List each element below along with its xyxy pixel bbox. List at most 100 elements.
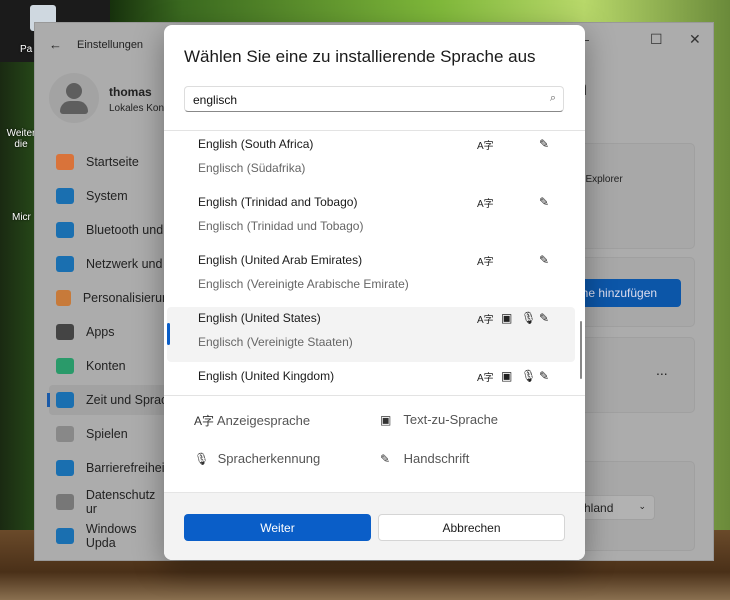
user-name: thomas	[109, 85, 152, 99]
handwriting-icon: ✎	[539, 195, 550, 209]
sidebar-item-label: Personalisierun	[82, 291, 169, 305]
language-name: English (Trinidad and Tobago)	[198, 195, 358, 209]
language-item[interactable]: English (United States) Englisch (Vereini…	[167, 307, 575, 362]
text-to-speech-icon: ▣	[501, 311, 513, 325]
window-title: Einstellungen	[77, 39, 144, 51]
sidebar-item[interactable]: Personalisierun	[49, 283, 169, 313]
close-button[interactable]: ✕	[689, 31, 701, 48]
sidebar-item[interactable]: Datenschutz ur	[49, 487, 169, 517]
more-options-button[interactable]: ...	[656, 362, 668, 378]
selected-indicator	[47, 393, 50, 407]
language-list: English (United Kingdom) Englisch (Verein…	[164, 130, 585, 396]
avatar	[49, 73, 99, 123]
language-native-name: Englisch (Vereinigte Arabische Emirate)	[198, 277, 409, 291]
legend-label: Anzeigesprache	[216, 413, 311, 428]
legend-label: Text-zu-Sprache	[403, 412, 499, 427]
next-button[interactable]: Weiter	[184, 514, 371, 541]
microphone-icon: 🎙︎	[194, 452, 210, 466]
cancel-button[interactable]: Abbrechen	[378, 514, 565, 541]
sidebar-item[interactable]: System	[49, 181, 169, 211]
sidebar-item[interactable]: Zeit und Sprac	[47, 385, 169, 415]
language-item[interactable]: English (United Arab Emirates) Englisch (…	[167, 249, 575, 304]
sidebar-item-label: Bluetooth und	[86, 223, 164, 237]
desktop-icon-label[interactable]: Micr	[12, 212, 31, 223]
display-language-icon: A字	[477, 199, 494, 210]
sidebar-item-label: Datenschutz ur	[85, 488, 156, 516]
region-select[interactable]: chland ⌄	[575, 495, 655, 520]
sidebar-item-label: System	[86, 189, 128, 203]
sidebar-item-icon	[56, 392, 74, 408]
legend-tts: ▣ Text-zu-Sprache	[380, 412, 498, 427]
language-native-name: Englisch (Trinidad und Tobago)	[198, 219, 364, 233]
sidebar-item-icon	[56, 528, 74, 544]
sidebar-item-label: Barrierefreiheit	[86, 461, 168, 475]
handwriting-icon: ✎	[539, 137, 550, 151]
display-language-icon: A字	[477, 373, 494, 384]
sidebar-item-label: Konten	[86, 359, 126, 373]
sidebar-item-label: Windows Upda	[85, 522, 137, 550]
sidebar-item[interactable]: Bluetooth und	[49, 215, 169, 245]
language-item[interactable]: English (Trinidad and Tobago) Englisch (T…	[167, 191, 575, 246]
search-value: englisch	[193, 93, 238, 107]
sidebar-item-label: Netzwerk und	[86, 257, 163, 271]
sidebar-item[interactable]: Barrierefreiheit	[49, 453, 169, 483]
sidebar-item-icon	[56, 460, 74, 476]
sidebar-item[interactable]: Startseite	[49, 147, 169, 177]
microphone-icon: 🎙︎	[521, 369, 537, 383]
legend-speech: 🎙︎ Spracherkennung	[194, 451, 320, 466]
legend-handwriting: ✎ Handschrift	[380, 451, 469, 466]
sidebar-item-icon	[56, 154, 74, 170]
sidebar-item-label: Apps	[86, 325, 115, 339]
desktop-icon-label[interactable]: Weiter die	[4, 128, 38, 150]
scrollbar[interactable]	[580, 321, 582, 379]
text-to-speech-icon: ▣	[380, 413, 392, 427]
maximize-button[interactable]: ☐	[650, 31, 663, 48]
selection-indicator	[167, 323, 170, 345]
search-input[interactable]: englisch ⌕	[184, 86, 564, 112]
language-name: English (United Arab Emirates)	[198, 253, 363, 267]
dialog-footer: Weiter Abbrechen	[164, 492, 585, 560]
language-name: English (United Kingdom)	[198, 369, 335, 383]
sidebar-item-label: Zeit und Sprac	[86, 393, 168, 407]
language-item[interactable]: English (United Kingdom) Englisch (Verein…	[167, 365, 575, 395]
handwriting-icon: ✎	[380, 452, 391, 466]
sidebar-item[interactable]: Spielen	[49, 419, 169, 449]
language-name: English (United States)	[198, 311, 321, 325]
search-icon: ⌕	[549, 92, 556, 104]
sidebar-item-icon	[56, 188, 74, 204]
display-language-icon: A字	[477, 257, 494, 268]
chevron-down-icon: ⌄	[638, 501, 646, 511]
language-native-name: Englisch (Vereinigtes Königreich)	[198, 393, 374, 395]
sidebar-item[interactable]: Netzwerk und	[49, 249, 169, 279]
language-name: English (South Africa)	[198, 137, 314, 151]
language-native-name: Englisch (Südafrika)	[198, 161, 306, 175]
handwriting-icon: ✎	[539, 369, 550, 383]
language-dialog: Wählen Sie eine zu installierende Sprach…	[164, 25, 585, 560]
text-to-speech-icon: ▣	[501, 369, 513, 383]
display-language-icon: A字	[477, 141, 494, 152]
sidebar-item-icon	[56, 324, 74, 340]
display-language-icon: A字	[194, 414, 215, 428]
legend-display: A字 Anzeigesprache	[194, 412, 310, 429]
sidebar-item-icon	[56, 494, 74, 510]
sidebar-item[interactable]: Apps	[49, 317, 169, 347]
sidebar-item[interactable]: Windows Upda	[49, 521, 169, 551]
legend-label: Handschrift	[403, 451, 470, 466]
legend-label: Spracherkennung	[217, 451, 321, 466]
account-type: Lokales Kon	[109, 103, 165, 114]
sidebar-item-icon	[56, 290, 71, 306]
handwriting-icon: ✎	[539, 253, 550, 267]
sidebar-item-icon	[56, 358, 74, 374]
display-language-icon: A字	[477, 315, 494, 326]
sidebar-item-label: Startseite	[86, 155, 139, 169]
sidebar-item-icon	[56, 222, 74, 238]
dialog-title: Wählen Sie eine zu installierende Sprach…	[184, 47, 536, 66]
sidebar-item-label: Spielen	[86, 427, 128, 441]
microphone-icon: 🎙︎	[521, 311, 537, 325]
handwriting-icon: ✎	[539, 311, 550, 325]
language-item[interactable]: English (South Africa) Englisch (Südafrik…	[167, 133, 575, 188]
sidebar-item[interactable]: Konten	[49, 351, 169, 381]
back-icon[interactable]: ←	[49, 37, 62, 52]
sidebar-item-icon	[56, 256, 74, 272]
desktop-icon-label[interactable]: Pa	[20, 44, 32, 55]
